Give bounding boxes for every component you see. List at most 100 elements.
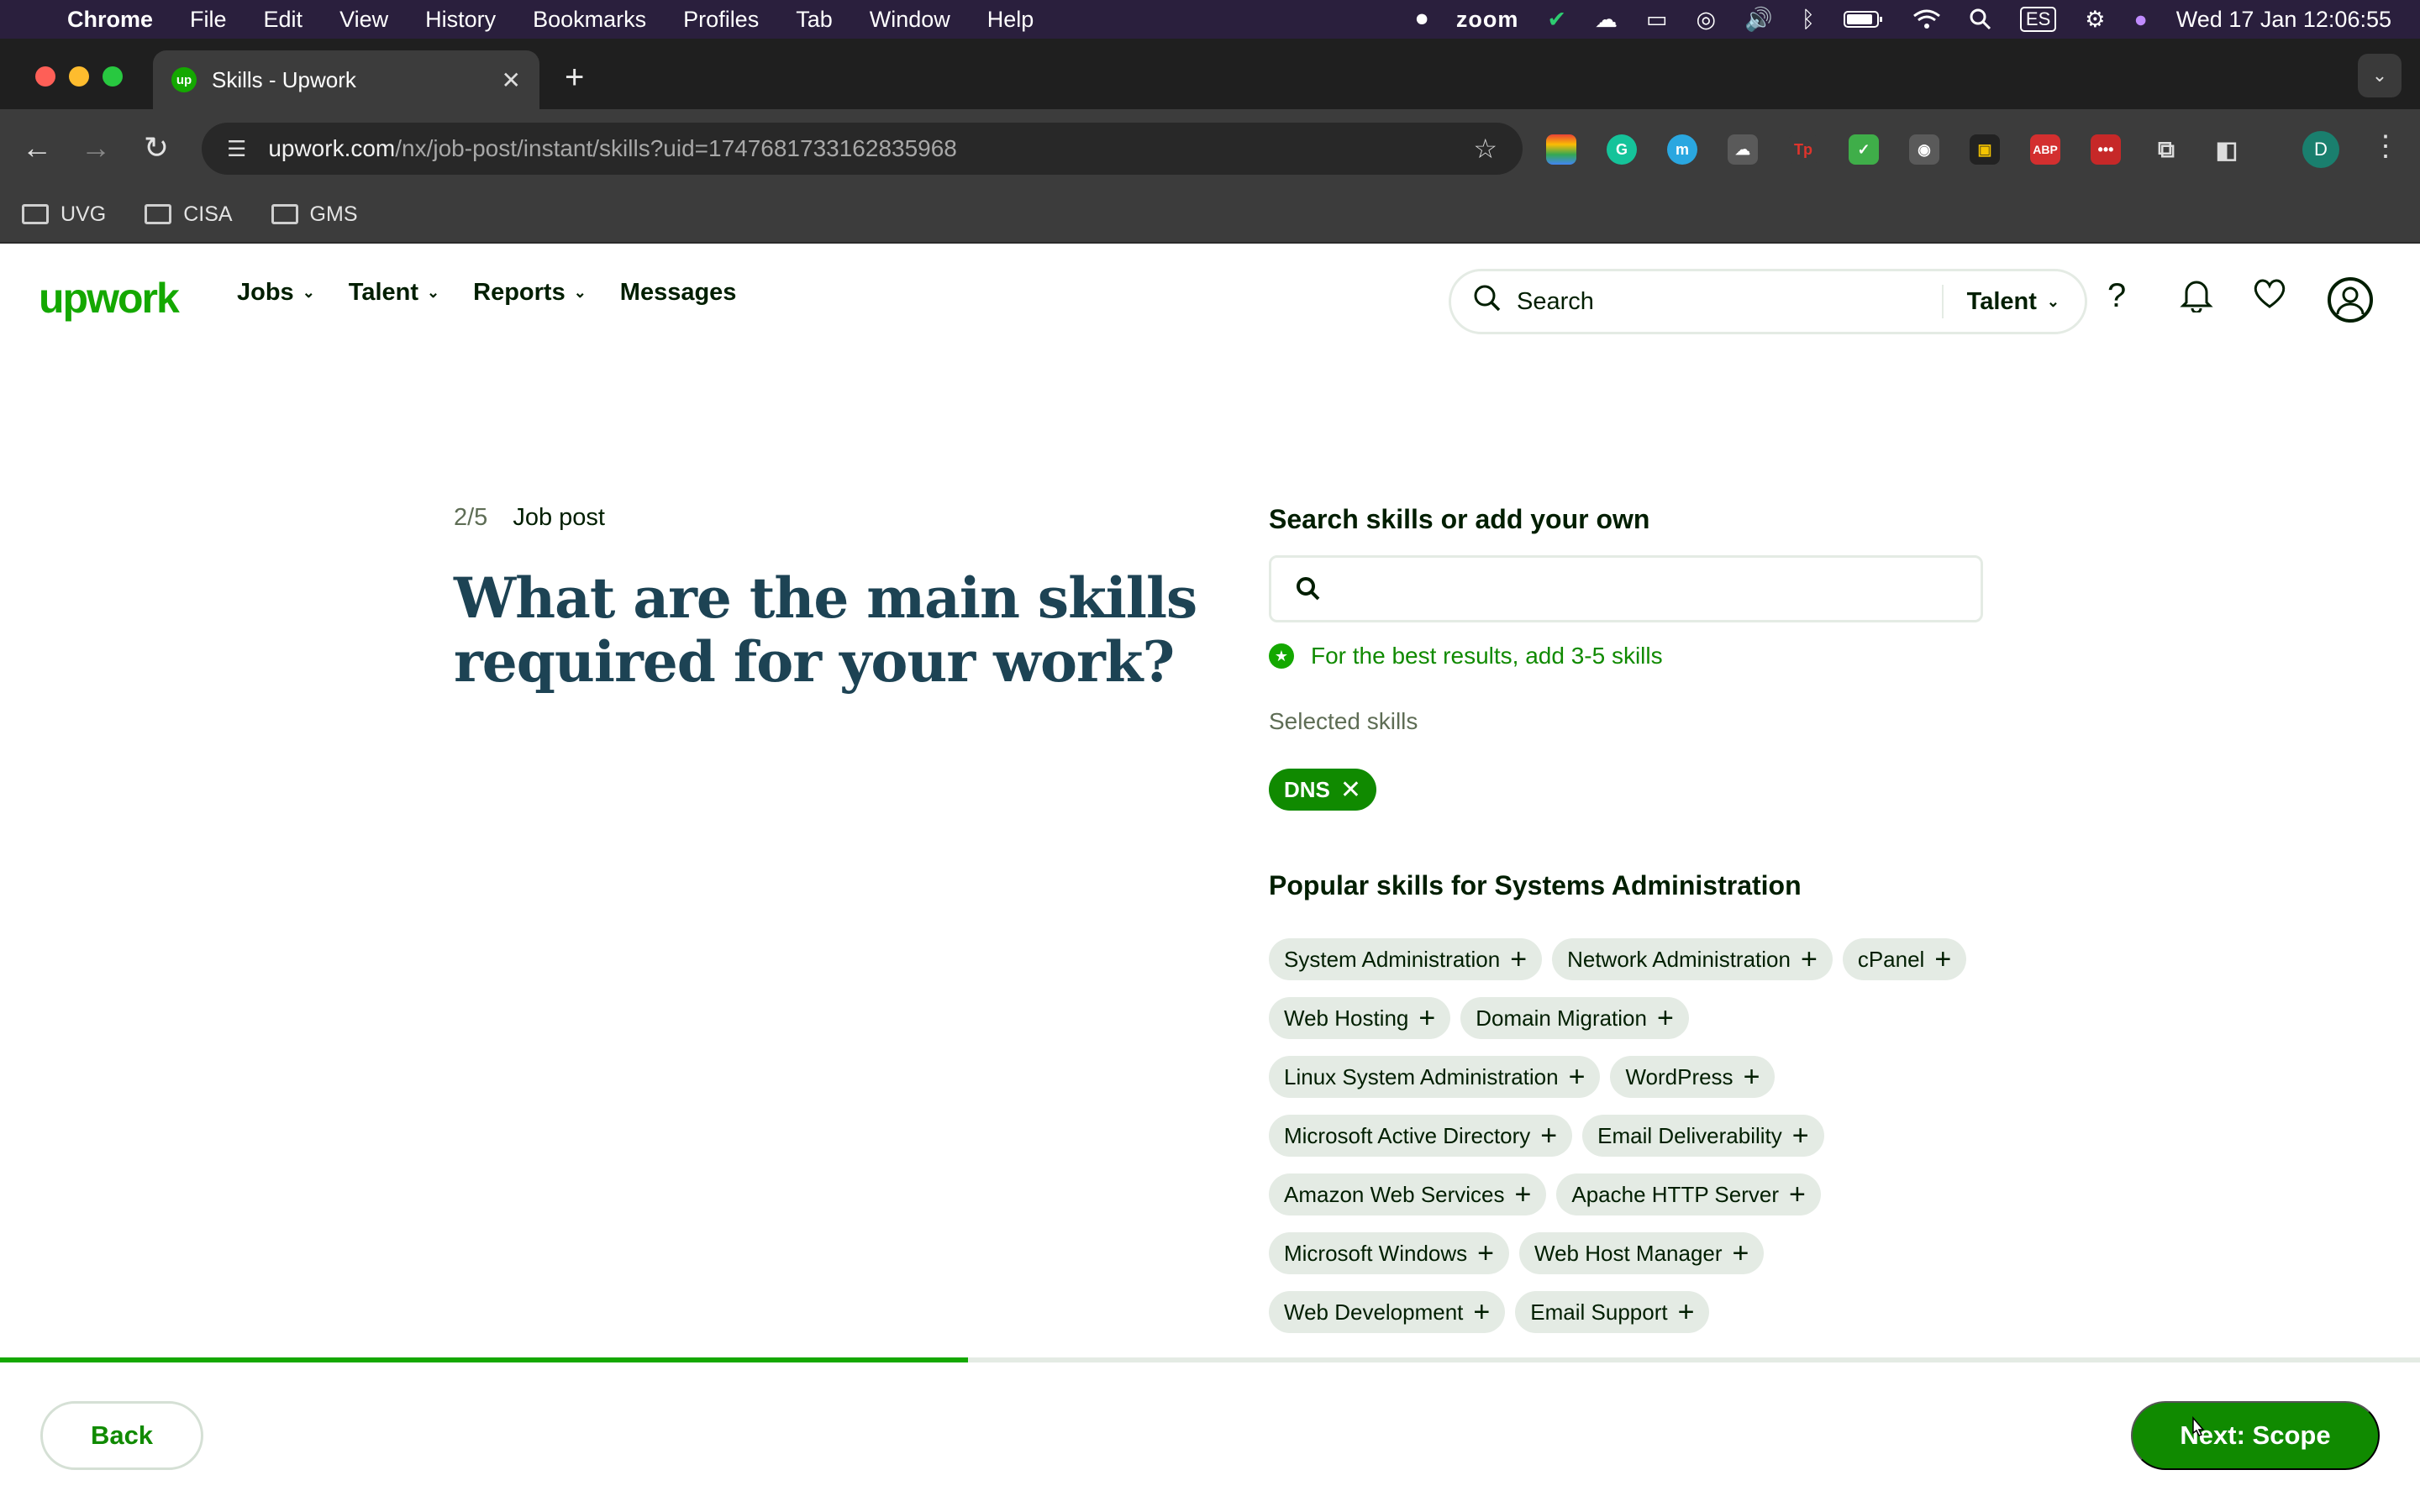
- popular-skills-row: Microsoft Windows + Web Host Manager +: [1269, 1232, 1774, 1274]
- menu-help[interactable]: Help: [987, 7, 1034, 33]
- display-icon[interactable]: ▭: [1646, 7, 1668, 33]
- bookmark-star-icon[interactable]: ☆: [1473, 133, 1497, 165]
- skill-chip-web-development[interactable]: Web Development +: [1269, 1291, 1506, 1333]
- menu-profiles[interactable]: Profiles: [683, 7, 759, 33]
- control-center-icon[interactable]: ⚙: [2085, 7, 2105, 33]
- skill-chip-wordpress[interactable]: WordPress +: [1610, 1056, 1776, 1098]
- header-search[interactable]: Search Talent ⌄: [1449, 269, 2087, 334]
- forward-arrow-icon[interactable]: →: [74, 126, 118, 170]
- camera-extension-icon[interactable]: ◉: [1909, 134, 1939, 165]
- skill-chip-email-support[interactable]: Email Support +: [1515, 1291, 1710, 1333]
- menu-history[interactable]: History: [425, 7, 496, 33]
- menu-file[interactable]: File: [190, 7, 227, 33]
- plus-icon: +: [1789, 1179, 1806, 1210]
- window-close-button[interactable]: [35, 66, 55, 87]
- address-bar[interactable]: ☰ upwork.com/nx/job-post/instant/skills?…: [202, 123, 1523, 175]
- next-scope-button[interactable]: Next: Scope: [2131, 1401, 2380, 1470]
- airdrop-icon[interactable]: ◎: [1697, 7, 1717, 33]
- window-fullscreen-button[interactable]: [103, 66, 123, 87]
- user-account-icon[interactable]: [2328, 277, 2373, 323]
- skill-chip-cpanel[interactable]: cPanel +: [1842, 938, 1967, 980]
- cube-extension-icon[interactable]: ▣: [1970, 134, 2000, 165]
- saved-heart-icon[interactable]: [2252, 277, 2287, 318]
- skill-chip-system-administration[interactable]: System Administration +: [1269, 938, 1543, 980]
- extension-stack-icon[interactable]: [1546, 134, 1576, 165]
- tab-close-icon[interactable]: ✕: [502, 66, 521, 94]
- menu-edit[interactable]: Edit: [264, 7, 303, 33]
- skill-chip-apache-http-server[interactable]: Apache HTTP Server +: [1556, 1173, 1821, 1215]
- input-source-indicator[interactable]: ES: [2019, 7, 2057, 32]
- tab-search-chevron-icon[interactable]: ⌄: [2358, 54, 2402, 97]
- skill-label: Email Support: [1530, 1299, 1668, 1325]
- skills-search-input[interactable]: [1269, 555, 1983, 622]
- bookmark-label: GMS: [309, 202, 358, 226]
- skill-chip-linux-system-administration[interactable]: Linux System Administration +: [1269, 1056, 1601, 1098]
- zoom-status-icon[interactable]: zoom: [1456, 7, 1519, 33]
- folder-icon: [145, 204, 172, 224]
- volume-icon[interactable]: 🔊: [1744, 6, 1773, 33]
- browser-tab-active[interactable]: up Skills - Upwork ✕: [153, 50, 539, 109]
- selected-skill-chip[interactable]: DNS ✕: [1269, 769, 1377, 811]
- nav-reports[interactable]: Reports ⌄: [473, 279, 587, 307]
- new-tab-plus-icon[interactable]: +: [565, 60, 584, 94]
- skill-chip-email-deliverability[interactable]: Email Deliverability +: [1582, 1115, 1824, 1157]
- upwork-logo[interactable]: upwork: [39, 274, 180, 323]
- spotlight-search-icon[interactable]: [1970, 8, 1991, 30]
- grammarly-extension-icon[interactable]: G: [1607, 134, 1637, 165]
- menu-view[interactable]: View: [339, 7, 388, 33]
- cloud-icon[interactable]: ☁: [1595, 7, 1618, 33]
- bookmark-folder-gms[interactable]: GMS: [271, 202, 358, 227]
- record-icon[interactable]: ⏺: [1416, 6, 1428, 33]
- checkmark-circle-icon[interactable]: ✔: [1547, 7, 1566, 33]
- plus-icon: +: [1677, 1296, 1695, 1328]
- search-input[interactable]: Search: [1517, 288, 1942, 316]
- extensions-puzzle-icon[interactable]: ⧉: [2151, 134, 2181, 165]
- m-extension-icon[interactable]: m: [1667, 134, 1697, 165]
- wifi-icon[interactable]: [1912, 8, 1941, 30]
- tp-extension-icon[interactable]: Tp: [1788, 134, 1818, 165]
- bluetooth-icon[interactable]: ᛒ: [1802, 7, 1815, 33]
- abp-extension-icon[interactable]: ABP: [2030, 134, 2060, 165]
- back-button[interactable]: Back: [40, 1401, 203, 1470]
- siri-icon[interactable]: ●: [2133, 7, 2147, 33]
- chrome-menu-icon[interactable]: ⋮: [2371, 129, 2400, 163]
- plus-icon: +: [1791, 1120, 1809, 1152]
- nav-messages[interactable]: Messages: [620, 279, 737, 307]
- plus-icon: +: [1732, 1237, 1749, 1269]
- popular-skills-row: Web Hosting + Domain Migration +: [1269, 997, 1699, 1039]
- menu-tab[interactable]: Tab: [796, 7, 833, 33]
- lastpass-extension-icon[interactable]: •••: [2091, 134, 2121, 165]
- reload-icon[interactable]: ↻: [134, 126, 178, 170]
- skill-chip-amazon-web-services[interactable]: Amazon Web Services +: [1269, 1173, 1547, 1215]
- skill-chip-network-administration[interactable]: Network Administration +: [1552, 938, 1833, 980]
- bookmark-folder-cisa[interactable]: CISA: [145, 202, 233, 227]
- profile-avatar[interactable]: D: [2302, 131, 2339, 168]
- battery-icon[interactable]: [1843, 10, 1884, 29]
- back-arrow-icon[interactable]: ←: [15, 126, 59, 170]
- search-scope-dropdown[interactable]: Talent ⌄: [1944, 288, 2085, 316]
- skill-chip-domain-migration[interactable]: Domain Migration +: [1460, 997, 1689, 1039]
- skill-chip-web-host-manager[interactable]: Web Host Manager +: [1519, 1232, 1765, 1274]
- site-info-icon[interactable]: ☰: [227, 136, 246, 162]
- menu-clock[interactable]: Wed 17 Jan 12:06:55: [2176, 7, 2391, 33]
- bookmark-folder-uvg[interactable]: UVG: [22, 202, 106, 227]
- chevron-down-icon: ⌄: [573, 284, 587, 301]
- nav-talent[interactable]: Talent ⌄: [349, 279, 439, 307]
- nav-jobs[interactable]: Jobs ⌄: [237, 279, 315, 307]
- skill-chip-microsoft-active-directory[interactable]: Microsoft Active Directory +: [1269, 1115, 1573, 1157]
- skill-label: Microsoft Windows: [1284, 1240, 1468, 1266]
- bookmark-label: CISA: [183, 202, 233, 226]
- help-icon[interactable]: ?: [2107, 277, 2126, 315]
- menu-app-chrome[interactable]: Chrome: [67, 7, 153, 33]
- skill-chip-web-hosting[interactable]: Web Hosting +: [1269, 997, 1451, 1039]
- notifications-bell-icon[interactable]: [2180, 277, 2213, 321]
- menu-bookmarks[interactable]: Bookmarks: [533, 7, 646, 33]
- side-panel-icon[interactable]: ◧: [2212, 134, 2242, 165]
- skill-chip-microsoft-windows[interactable]: Microsoft Windows +: [1269, 1232, 1510, 1274]
- check-extension-icon[interactable]: ✓: [1849, 134, 1879, 165]
- window-minimize-button[interactable]: [69, 66, 89, 87]
- remove-skill-icon[interactable]: ✕: [1340, 775, 1361, 805]
- step-indicator: 2/5 Job post: [454, 504, 605, 532]
- cloud-extension-icon[interactable]: ☁: [1728, 134, 1758, 165]
- menu-window[interactable]: Window: [870, 7, 950, 33]
